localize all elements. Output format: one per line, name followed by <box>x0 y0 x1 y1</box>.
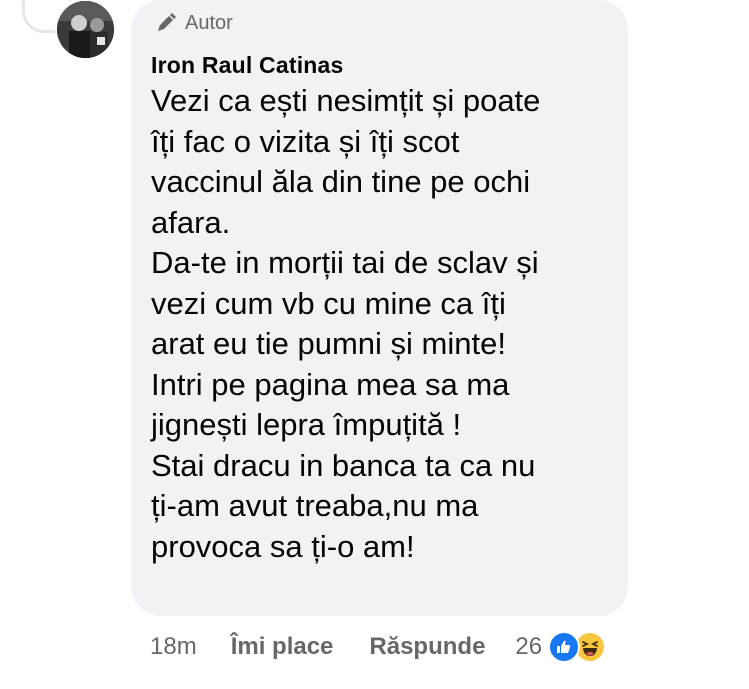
like-reaction-icon <box>548 631 581 663</box>
pen-icon <box>155 12 177 34</box>
comment-text: Vezi ca ești nesimțit și poate îți fac o… <box>151 83 541 564</box>
avatar-photo <box>57 1 114 58</box>
avatar[interactable] <box>57 1 114 58</box>
comment-bubble: Autor Iron Raul Catinas Vezi ca ești nes… <box>131 0 628 616</box>
author-badge: Autor <box>155 8 608 38</box>
reply-button[interactable]: Răspunde <box>369 633 485 661</box>
author-name[interactable]: Iron Raul Catinas <box>151 52 608 79</box>
thread-connector-line <box>22 0 55 33</box>
comment-screen: Autor Iron Raul Catinas Vezi ca ești nes… <box>0 0 749 689</box>
like-button[interactable]: Îmi place <box>231 633 334 661</box>
author-badge-label: Autor <box>185 11 233 34</box>
reaction-count[interactable]: 26 <box>515 633 542 661</box>
comment-timestamp[interactable]: 18m <box>150 633 197 661</box>
reactions-summary[interactable] <box>548 631 607 663</box>
comment-actions: 18m Îmi place Răspunde 26 <box>150 625 607 669</box>
